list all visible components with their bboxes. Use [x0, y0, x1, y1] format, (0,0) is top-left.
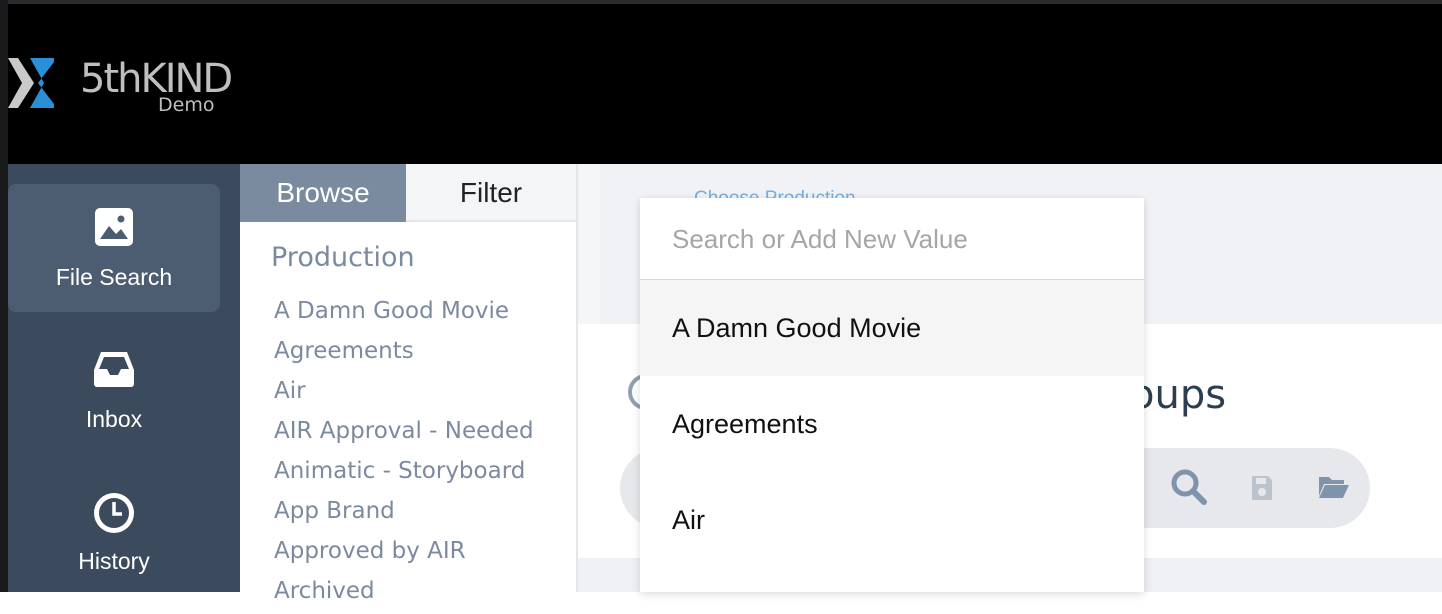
logo-mark-icon [8, 58, 54, 108]
left-navigation: File Search Inbox History [8, 164, 240, 592]
groups-title: oups [1130, 372, 1227, 418]
nav-file-search-label: File Search [55, 264, 173, 290]
production-list-item[interactable]: A Damn Good Movie [274, 294, 534, 334]
production-section-heading: Production [271, 242, 415, 273]
production-list: A Damn Good Movie Agreements Air AIR App… [274, 294, 534, 614]
search-add-value-input[interactable] [670, 216, 1114, 262]
inbox-icon [94, 352, 134, 387]
nav-inbox[interactable]: Inbox [8, 326, 220, 454]
image-icon [95, 208, 133, 246]
dropdown-option[interactable]: Air [640, 472, 1144, 568]
nav-history-label: History [78, 548, 150, 574]
production-list-item[interactable]: Archived [274, 574, 534, 614]
production-list-item[interactable]: Approved by AIR [274, 534, 534, 574]
window-left-edge [0, 0, 8, 592]
tab-browse[interactable]: Browse [240, 164, 406, 222]
open-folder-icon[interactable] [1318, 474, 1350, 500]
dropdown-option[interactable]: Agreements [640, 376, 1144, 472]
nav-inbox-label: Inbox [85, 406, 143, 432]
production-list-item[interactable]: AIR Approval - Needed [274, 414, 534, 454]
search-icon[interactable] [1170, 468, 1208, 506]
dropdown-option[interactable]: A Damn Good Movie [640, 280, 1144, 376]
clock-icon [94, 493, 134, 533]
production-dropdown: A Damn Good Movie Agreements Air [640, 198, 1144, 592]
production-list-item[interactable]: Agreements [274, 334, 534, 374]
production-list-item[interactable]: App Brand [274, 494, 534, 534]
logo-text: 5thKIND [80, 56, 233, 102]
nav-file-search[interactable]: File Search [8, 184, 220, 312]
tab-filter[interactable]: Filter [406, 164, 576, 222]
production-list-item[interactable]: Animatic - Storyboard [274, 454, 534, 494]
app-header: 5thKIND Demo [8, 4, 1442, 164]
logo-subtitle: Demo [158, 94, 215, 116]
browse-panel: Browse Filter Production A Damn Good Mov… [240, 164, 578, 604]
dropdown-search [640, 198, 1144, 280]
save-icon[interactable] [1250, 474, 1274, 502]
production-list-item[interactable]: Air [274, 374, 534, 414]
nav-history[interactable]: History [8, 468, 220, 596]
